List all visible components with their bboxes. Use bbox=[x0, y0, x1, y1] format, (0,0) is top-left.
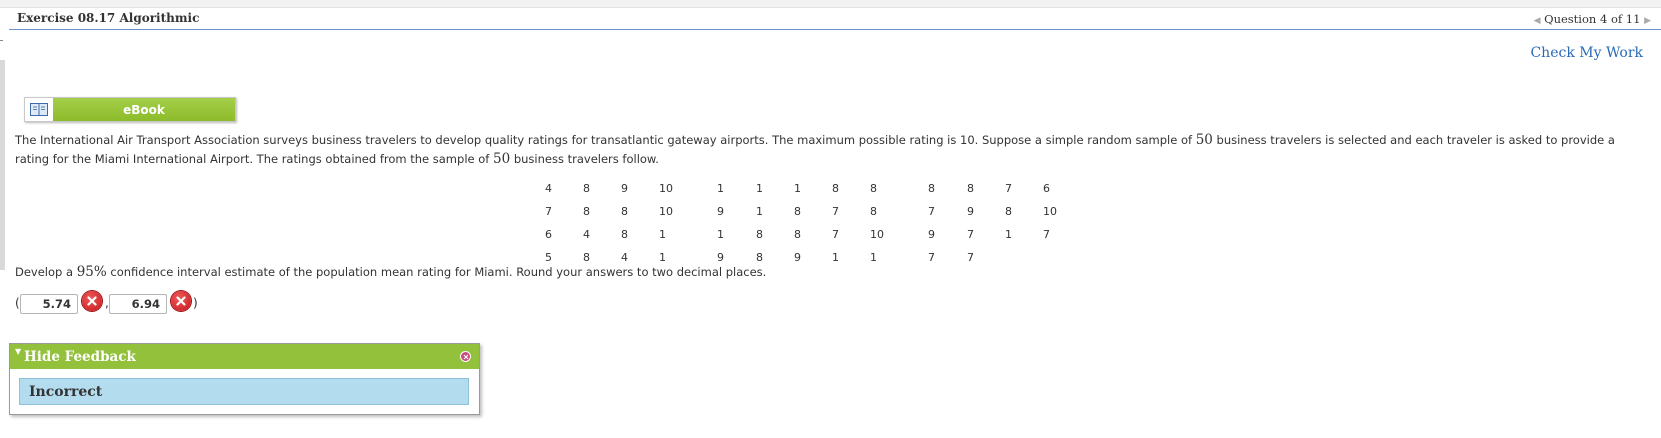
rating-cell: 7 bbox=[967, 228, 974, 241]
rating-cell: 9 bbox=[717, 205, 724, 218]
rating-cell: 6 bbox=[1043, 182, 1050, 195]
rating-cell: 7 bbox=[1005, 182, 1012, 195]
ratings-row: 4 8 9 10 1 1 1 8 8 8 8 7 6 bbox=[545, 177, 1073, 200]
ratings-row: 6 4 8 1 1 8 8 7 10 9 7 1 7 bbox=[545, 223, 1073, 246]
question-counter: Question 4 of 11 bbox=[1544, 12, 1641, 26]
rating-cell: 1 bbox=[717, 182, 724, 195]
question-nav: ◀ Question 4 of 11 ▶ bbox=[1534, 12, 1651, 26]
rating-cell: 7 bbox=[928, 251, 935, 264]
ratings-table: 4 8 9 10 1 1 1 8 8 8 8 7 6 7 8 8 10 9 1 8 7 8 7 9 8 10 6 4 8 1 1 8 8 7 10 9… bbox=[545, 177, 1073, 269]
rating-cell: 4 bbox=[583, 228, 590, 241]
ebook-button[interactable]: eBook bbox=[24, 97, 236, 122]
prev-question-icon[interactable]: ◀ bbox=[1534, 16, 1541, 26]
rating-cell: 10 bbox=[659, 205, 673, 218]
upper-bound-input[interactable] bbox=[109, 294, 167, 314]
sample-size: 50 bbox=[492, 151, 511, 167]
incorrect-icon bbox=[171, 291, 191, 311]
rating-cell: 8 bbox=[832, 182, 839, 195]
rating-cell: 9 bbox=[621, 182, 628, 195]
ebook-label: eBook bbox=[53, 98, 235, 121]
rating-cell: 9 bbox=[967, 205, 974, 218]
rating-cell: 9 bbox=[794, 251, 801, 264]
book-icon bbox=[25, 98, 53, 121]
rating-cell: 7 bbox=[928, 205, 935, 218]
rating-cell: 8 bbox=[1005, 205, 1012, 218]
rating-cell: 6 bbox=[545, 228, 552, 241]
rating-cell: 8 bbox=[928, 182, 935, 195]
instruction-part: Develop a bbox=[15, 265, 77, 279]
rating-cell: 1 bbox=[832, 251, 839, 264]
close-icon[interactable] bbox=[460, 351, 471, 362]
check-my-work-link[interactable]: Check My Work bbox=[1530, 45, 1643, 61]
rating-cell: 1 bbox=[794, 182, 801, 195]
rating-cell: 10 bbox=[1043, 205, 1057, 218]
rating-cell: 8 bbox=[870, 205, 877, 218]
problem-statement: The International Air Transport Associat… bbox=[15, 131, 1650, 169]
rating-cell: 8 bbox=[756, 228, 763, 241]
exercise-title: Exercise 08.17 Algorithmic bbox=[17, 11, 200, 25]
rating-cell: 1 bbox=[756, 205, 763, 218]
rating-cell: 7 bbox=[967, 251, 974, 264]
rating-cell: 1 bbox=[1005, 228, 1012, 241]
rating-cell: 4 bbox=[545, 182, 552, 195]
ratings-row: 7 8 8 10 9 1 8 7 8 7 9 8 10 bbox=[545, 200, 1073, 223]
problem-text: business travelers follow. bbox=[510, 152, 659, 166]
rating-cell: 7 bbox=[832, 205, 839, 218]
confidence-level: 95% bbox=[76, 264, 107, 280]
feedback-panel: ▼ Hide Feedback Incorrect bbox=[9, 343, 480, 415]
rating-cell: 8 bbox=[870, 182, 877, 195]
left-scrollbar[interactable] bbox=[0, 60, 5, 270]
rating-cell: 8 bbox=[794, 205, 801, 218]
rating-cell: 1 bbox=[870, 251, 877, 264]
open-paren: ( bbox=[15, 296, 20, 310]
rating-cell: 1 bbox=[756, 182, 763, 195]
feedback-result: Incorrect bbox=[19, 378, 469, 405]
hide-feedback-toggle[interactable]: ▼ Hide Feedback bbox=[10, 344, 479, 369]
left-tick bbox=[0, 40, 3, 41]
rating-cell: 8 bbox=[583, 182, 590, 195]
collapse-triangle-icon: ▼ bbox=[15, 346, 22, 356]
rating-cell bbox=[1043, 246, 1073, 269]
next-question-icon[interactable]: ▶ bbox=[1644, 16, 1651, 26]
rating-cell: 8 bbox=[621, 228, 628, 241]
rating-cell: 8 bbox=[794, 228, 801, 241]
problem-text: The International Air Transport Associat… bbox=[15, 133, 1196, 147]
rating-cell: 8 bbox=[621, 205, 628, 218]
hide-feedback-label: Hide Feedback bbox=[24, 349, 136, 365]
instruction-text: Develop a 95% confidence interval estima… bbox=[15, 264, 766, 280]
rating-cell: 7 bbox=[832, 228, 839, 241]
close-paren: ) bbox=[193, 296, 198, 310]
rating-cell: 10 bbox=[870, 228, 884, 241]
rating-cell: 1 bbox=[659, 228, 666, 241]
exercise-header: Exercise 08.17 Algorithmic ◀ Question 4 … bbox=[9, 8, 1661, 30]
rating-cell: 8 bbox=[583, 205, 590, 218]
top-strip bbox=[0, 0, 1661, 8]
rating-cell: 1 bbox=[717, 228, 724, 241]
lower-bound-input[interactable] bbox=[20, 294, 78, 314]
rating-cell: 7 bbox=[545, 205, 552, 218]
instruction-part: confidence interval estimate of the popu… bbox=[106, 265, 767, 279]
rating-cell: 7 bbox=[1043, 228, 1050, 241]
rating-cell bbox=[1005, 246, 1043, 269]
sample-size: 50 bbox=[1195, 132, 1213, 148]
rating-cell: 9 bbox=[928, 228, 935, 241]
rating-cell: 8 bbox=[967, 182, 974, 195]
rating-cell: 10 bbox=[659, 182, 673, 195]
incorrect-icon bbox=[82, 291, 102, 311]
